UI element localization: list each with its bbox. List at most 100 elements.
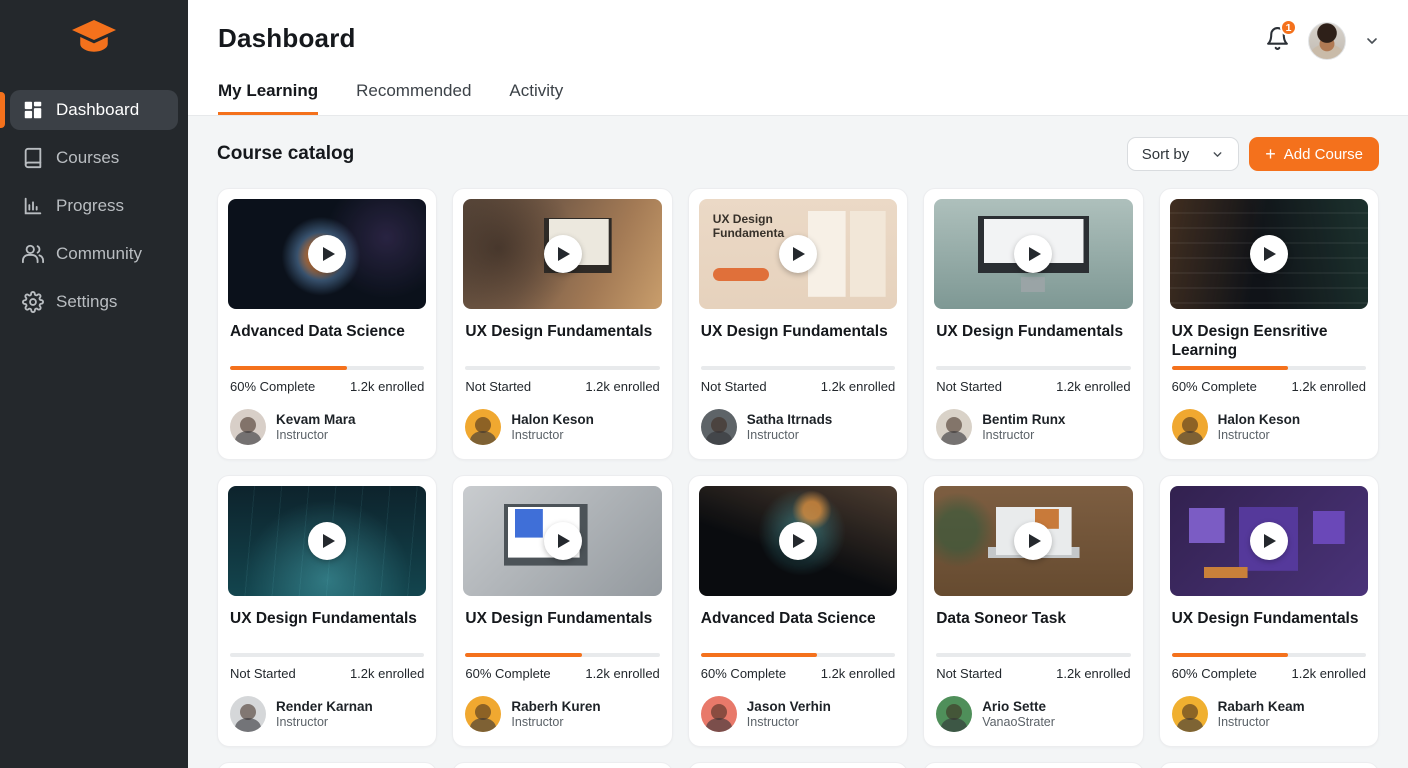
catalog-title: Course catalog — [217, 143, 354, 165]
play-button[interactable] — [1014, 522, 1052, 560]
course-thumbnail — [228, 199, 426, 309]
course-status: Not Started — [465, 379, 531, 394]
sidebar-item-courses[interactable]: Courses — [10, 138, 178, 178]
sidebar-item-dashboard[interactable]: Dashboard — [10, 90, 178, 130]
course-grid: Advanced Data Science 60% Complete 1.2k … — [217, 188, 1379, 747]
app-window: Dashboard Courses Progress Community — [0, 0, 1408, 768]
progress-fill — [701, 653, 818, 657]
instructor-role: Instructor — [982, 428, 1065, 442]
course-status: Not Started — [230, 666, 296, 681]
catalog-header: Course catalog Sort by + Add Course — [217, 137, 1379, 171]
course-meta: Not Started 1.2k enrolled — [701, 379, 895, 394]
course-status: Not Started — [936, 379, 1002, 394]
course-title: UX Design Fundamentals — [465, 609, 659, 653]
course-card[interactable]: Advanced Data Science 60% Complete 1.2k … — [217, 188, 437, 460]
instructor-name: Halon Keson — [1218, 412, 1301, 429]
notification-badge: 1 — [1280, 19, 1297, 36]
course-card[interactable] — [923, 762, 1143, 768]
book-icon — [22, 147, 44, 169]
course-status: 60% Complete — [465, 666, 550, 681]
course-card[interactable]: UX Design Fundamentals Not Started 1.2k … — [452, 188, 672, 460]
instructor-name: Rabarh Keam — [1218, 699, 1305, 716]
instructor-avatar — [701, 409, 737, 445]
instructor-row: Kevam Mara Instructor — [230, 409, 424, 445]
course-card[interactable]: UX Design Eensritive Learning 60% Comple… — [1159, 188, 1379, 460]
course-title: Data Soneor Task — [936, 609, 1130, 653]
bar-chart-icon — [22, 195, 44, 217]
play-button[interactable] — [544, 522, 582, 560]
instructor-row: Jason Verhin Instructor — [701, 696, 895, 732]
tab-activity[interactable]: Activity — [509, 81, 563, 115]
course-meta: 60% Complete 1.2k enrolled — [465, 666, 659, 681]
instructor-info: Ario Sette VanaoStrater — [982, 699, 1055, 730]
course-status: Not Started — [701, 379, 767, 394]
instructor-row: Bentim Runx Instructor — [936, 409, 1130, 445]
sort-by-dropdown[interactable]: Sort by — [1127, 137, 1240, 171]
content-area: Course catalog Sort by + Add Course — [188, 116, 1408, 768]
course-card[interactable] — [1159, 762, 1379, 768]
course-card[interactable]: UX Design Fundamenta UX Design Fundament… — [688, 188, 908, 460]
instructor-name: Raberh Kuren — [511, 699, 600, 716]
course-meta: 60% Complete 1.2k enrolled — [230, 379, 424, 394]
instructor-row: Raberh Kuren Instructor — [465, 696, 659, 732]
play-button[interactable] — [1250, 235, 1288, 273]
sidebar-item-community[interactable]: Community — [10, 234, 178, 274]
sidebar-item-settings[interactable]: Settings — [10, 282, 178, 322]
instructor-name: Kevam Mara — [276, 412, 356, 429]
progress-bar — [465, 653, 659, 657]
course-card[interactable]: UX Design Fundamentals 60% Complete 1.2k… — [1159, 475, 1379, 747]
sort-by-label: Sort by — [1142, 146, 1190, 163]
play-button[interactable] — [308, 522, 346, 560]
sidebar: Dashboard Courses Progress Community — [0, 0, 188, 768]
dashboard-grid-icon — [22, 99, 44, 121]
course-card[interactable]: Data Soneor Task Not Started 1.2k enroll… — [923, 475, 1143, 747]
instructor-row: Render Karnan Instructor — [230, 696, 424, 732]
course-thumbnail — [934, 486, 1132, 596]
enrolled-count: 1.2k enrolled — [585, 379, 659, 394]
play-button[interactable] — [544, 235, 582, 273]
progress-bar — [1172, 653, 1366, 657]
course-meta: Not Started 1.2k enrolled — [465, 379, 659, 394]
progress-bar — [701, 366, 895, 370]
sidebar-item-progress[interactable]: Progress — [10, 186, 178, 226]
course-card[interactable]: UX Design Fundamentals Not Started 1.2k … — [923, 188, 1143, 460]
course-meta: Not Started 1.2k enrolled — [936, 379, 1130, 394]
course-thumbnail — [1170, 486, 1368, 596]
instructor-info: Rabarh Keam Instructor — [1218, 699, 1305, 730]
instructor-role: Instructor — [1218, 428, 1301, 442]
course-card[interactable] — [452, 762, 672, 768]
enrolled-count: 1.2k enrolled — [1292, 666, 1366, 681]
course-card[interactable]: Advanced Data Science 60% Complete 1.2k … — [688, 475, 908, 747]
play-button[interactable] — [1250, 522, 1288, 560]
progress-bar — [465, 366, 659, 370]
play-button[interactable] — [779, 235, 817, 273]
instructor-avatar — [465, 409, 501, 445]
play-button[interactable] — [779, 522, 817, 560]
instructor-info: Raberh Kuren Instructor — [511, 699, 600, 730]
instructor-role: Instructor — [511, 428, 594, 442]
course-card[interactable]: UX Design Fundamentals Not Started 1.2k … — [217, 475, 437, 747]
user-avatar[interactable] — [1308, 22, 1346, 60]
course-meta: Not Started 1.2k enrolled — [936, 666, 1130, 681]
enrolled-count: 1.2k enrolled — [821, 666, 895, 681]
play-button[interactable] — [308, 235, 346, 273]
notifications-button[interactable]: 1 — [1265, 26, 1290, 56]
enrolled-count: 1.2k enrolled — [350, 379, 424, 394]
course-card[interactable]: UX Design Fundamentals 60% Complete 1.2k… — [452, 475, 672, 747]
people-icon — [22, 243, 44, 265]
play-button[interactable] — [1014, 235, 1052, 273]
instructor-avatar — [230, 409, 266, 445]
tab-my-learning[interactable]: My Learning — [218, 81, 318, 115]
instructor-role: Instructor — [747, 428, 833, 442]
instructor-avatar — [1172, 409, 1208, 445]
course-card[interactable] — [217, 762, 437, 768]
tab-recommended[interactable]: Recommended — [356, 81, 471, 115]
course-thumbnail: UX Design Fundamenta — [699, 199, 897, 309]
add-course-button[interactable]: + Add Course — [1249, 137, 1379, 171]
instructor-name: Bentim Runx — [982, 412, 1065, 429]
course-card[interactable] — [688, 762, 908, 768]
instructor-info: Jason Verhin Instructor — [747, 699, 831, 730]
instructor-info: Satha Itrnads Instructor — [747, 412, 833, 443]
chevron-down-icon[interactable] — [1364, 33, 1380, 49]
progress-fill — [465, 653, 582, 657]
